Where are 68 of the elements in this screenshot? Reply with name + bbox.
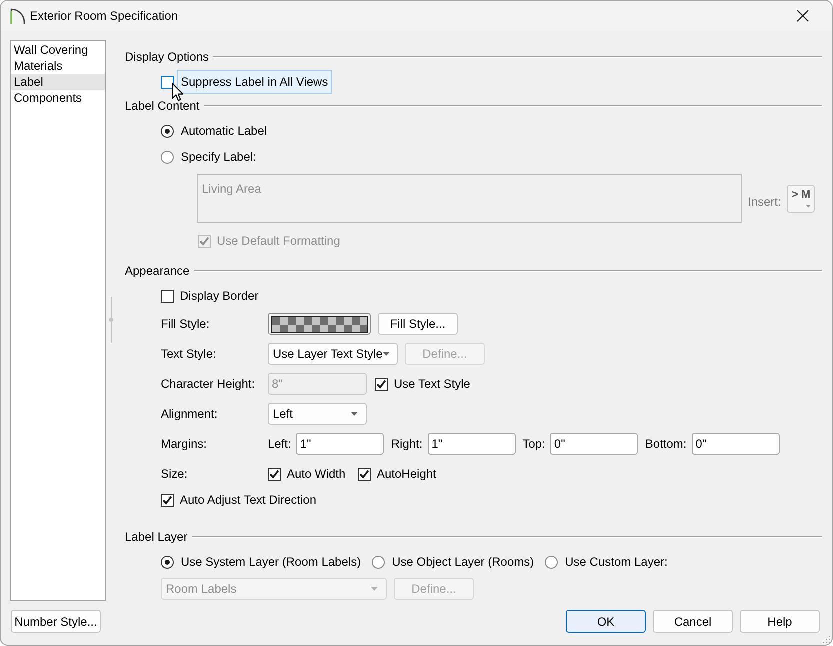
margin-label: Left:	[268, 436, 292, 453]
caret-icon	[382, 352, 390, 356]
checkbox-label[interactable]: Use Text Style	[394, 375, 470, 393]
checkbox-label[interactable]: Display Border	[180, 287, 259, 305]
checkbox-label[interactable]: Auto Adjust Text Direction	[180, 491, 317, 509]
field-label: Character Height:	[161, 376, 256, 393]
splitter-grip-icon[interactable]	[109, 297, 114, 343]
radio-label[interactable]: Use Custom Layer:	[565, 553, 668, 571]
section-heading: Appearance	[125, 263, 190, 280]
radio-button[interactable]	[161, 124, 174, 138]
sidebar-item[interactable]: Wall Covering	[11, 42, 105, 58]
checkbox[interactable]	[161, 290, 174, 302]
field-label: Fill Style:	[161, 316, 211, 333]
ok-button[interactable]: OK	[566, 610, 646, 633]
checkbox[interactable]	[161, 494, 174, 506]
text-style-dropdown[interactable]: Use Layer Text Style	[268, 343, 398, 365]
section-heading: Label Layer	[125, 529, 188, 546]
insert-label: Insert:	[748, 194, 782, 211]
checkbox[interactable]	[161, 76, 174, 88]
caret-icon	[371, 587, 378, 591]
margin-label: Top:	[522, 436, 546, 453]
radio-label[interactable]: Use Object Layer (Rooms)	[392, 553, 534, 571]
checkmark-icon	[359, 468, 370, 480]
alignment-dropdown[interactable]: Left	[268, 403, 367, 425]
close-icon[interactable]	[797, 10, 809, 22]
margin-label: Bottom:	[645, 436, 687, 453]
field-label: Alignment:	[161, 406, 219, 423]
sidebar-item[interactable]: Materials	[11, 58, 105, 74]
radio-button[interactable]	[545, 556, 558, 568]
arc-icon	[10, 8, 25, 24]
radio-label[interactable]: Automatic Label	[181, 122, 268, 140]
radio-label[interactable]: Specify Label:	[181, 148, 256, 166]
checkmark-icon	[162, 494, 173, 506]
checkbox[interactable]	[375, 378, 388, 390]
fill-style-button[interactable]: Fill Style...	[378, 313, 458, 335]
checkered-pattern-icon	[271, 316, 368, 332]
cancel-button[interactable]: Cancel	[653, 610, 733, 633]
radio-label[interactable]: Use System Layer (Room Labels)	[181, 553, 362, 571]
section-heading: Display Options	[125, 49, 210, 66]
caret-icon	[806, 205, 812, 208]
field-label: Text Style:	[161, 346, 218, 363]
margin-field[interactable]: 1"	[428, 433, 516, 455]
checkmark-icon	[376, 378, 387, 390]
checkbox[interactable]	[358, 468, 371, 480]
resize-grip-icon[interactable]	[822, 635, 831, 644]
checkbox-label[interactable]: AutoHeight	[377, 465, 436, 483]
checkmark-icon	[269, 468, 280, 480]
section-heading: Label Content	[125, 98, 200, 115]
radio-button[interactable]	[161, 556, 174, 568]
number-style-button[interactable]: Number Style...	[11, 610, 101, 633]
checkbox[interactable]	[268, 468, 281, 480]
field-label: Size:	[161, 466, 189, 483]
caret-icon	[351, 412, 358, 416]
margin-field[interactable]: 0"	[550, 433, 638, 455]
sidebar-item[interactable]: Components	[11, 90, 105, 106]
checkbox-label[interactable]: Suppress Label in All Views	[177, 70, 332, 94]
radio-button[interactable]	[161, 150, 174, 164]
margin-field[interactable]: 0"	[692, 433, 780, 455]
margin-label: Right:	[391, 436, 423, 453]
checkbox-label[interactable]: Auto Width	[287, 465, 346, 483]
field-label: Margins:	[161, 436, 208, 453]
help-button[interactable]: Help	[740, 610, 820, 633]
margin-field[interactable]: 1"	[296, 433, 384, 455]
fill-preview-button[interactable]	[268, 313, 371, 335]
radio-button[interactable]	[372, 556, 386, 568]
checkmark-icon	[199, 236, 210, 246]
sidebar-item[interactable]: Label	[11, 74, 105, 90]
window-title: Exterior Room Specification	[30, 8, 180, 25]
